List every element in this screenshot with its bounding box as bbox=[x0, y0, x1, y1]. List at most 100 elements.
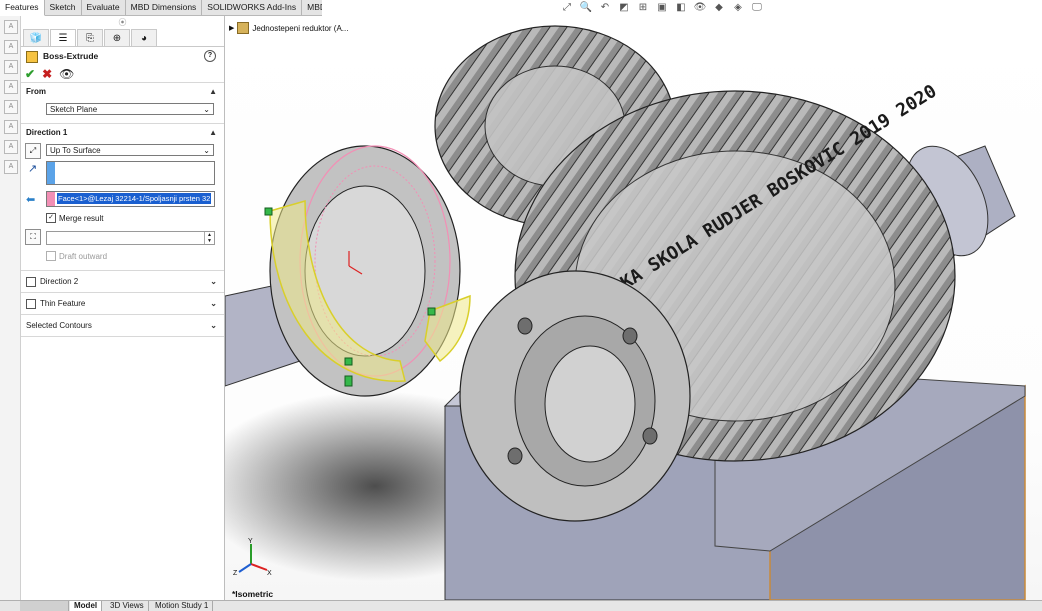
link-icon[interactable]: A bbox=[4, 160, 18, 174]
triad-y-label: Y bbox=[248, 538, 253, 545]
selection-color-swatch bbox=[47, 162, 55, 184]
assembly-model-render: TEHNICKA SKOLA RUDJER BOSKOVIC 2019 2020 bbox=[225, 25, 1026, 600]
tab-mbd-dimensions[interactable]: MBD Dimensions bbox=[125, 0, 203, 15]
dimxpert-manager-icon: ⊕ bbox=[112, 32, 122, 44]
zoom-fit-icon[interactable]: ⤢ bbox=[560, 2, 574, 14]
tab-solidworks-add-ins[interactable]: SOLIDWORKS Add-Ins bbox=[202, 0, 303, 15]
merge-result-label: Merge result bbox=[59, 213, 104, 223]
property-manager-tab[interactable]: ☰ bbox=[50, 29, 76, 46]
from-start-condition-select[interactable]: Sketch Plane ⌄ bbox=[46, 103, 214, 115]
configuration-manager-tab[interactable]: ⎘ bbox=[77, 29, 103, 46]
face-plane-selection-field[interactable]: Face<1>@Lezaj 32214-1/Spoljasnji prsten … bbox=[46, 191, 215, 207]
ok-button[interactable]: ✔ bbox=[25, 67, 35, 81]
hide-show-icon[interactable]: 👁 bbox=[693, 2, 707, 14]
zoom-area-icon[interactable]: 🔍 bbox=[579, 2, 593, 14]
dimxpert-manager-tab[interactable]: ⊕ bbox=[104, 29, 130, 46]
apply-scene-icon[interactable]: ◈ bbox=[731, 2, 745, 14]
dimension-icon[interactable]: A bbox=[4, 40, 18, 54]
chevron-down-icon: ⌄ bbox=[203, 146, 210, 155]
view-settings-icon[interactable]: 🖵 bbox=[750, 2, 764, 14]
draft-outward-check[interactable] bbox=[46, 251, 56, 261]
configuration-manager-icon: ⎘ bbox=[86, 32, 94, 44]
end-condition-select[interactable]: Up To Surface ⌄ bbox=[46, 144, 214, 156]
face-selection-icon: ⬅ bbox=[26, 194, 36, 206]
front-bearing-bore bbox=[544, 345, 636, 463]
dynamic-annotation-icon[interactable]: ⊞ bbox=[636, 2, 650, 14]
direction1-section: Direction 1 ▲ ⤢ Up To Surface ⌄ ↗ ⬅ Face… bbox=[21, 123, 224, 270]
from-start-condition-value: Sketch Plane bbox=[50, 105, 98, 114]
display-manager-tab[interactable]: ◕ bbox=[131, 29, 157, 46]
sketch-text-icon[interactable]: A bbox=[4, 20, 18, 34]
feature-manager-tab[interactable]: 🧊 bbox=[23, 29, 49, 46]
display-style-icon[interactable]: ◧ bbox=[674, 2, 688, 14]
inspect-icon[interactable]: A bbox=[4, 140, 18, 154]
left-task-strip: A A A A A A A A bbox=[0, 16, 21, 600]
relation-icon[interactable]: A bbox=[4, 60, 18, 74]
expand-chevron-icon: ⌄ bbox=[210, 321, 217, 330]
draft-outward-checkbox[interactable]: Draft outward bbox=[46, 251, 107, 261]
display-manager-icon: ◕ bbox=[140, 32, 148, 44]
selected-contours-label: Selected Contours bbox=[26, 321, 92, 330]
direction1-header-label: Direction 1 bbox=[26, 128, 68, 137]
view-orientation-label: *Isometric bbox=[232, 589, 274, 599]
feature-manager-icon: 🧊 bbox=[29, 32, 43, 44]
feature-title: Boss-Extrude ? bbox=[21, 47, 224, 65]
assembly-icon bbox=[237, 22, 250, 34]
feature-title-label: Boss-Extrude bbox=[43, 51, 99, 61]
collapse-chevron-icon: ▲ bbox=[209, 87, 217, 96]
assembly-name: Jednostepeni reduktor (A... bbox=[252, 23, 349, 33]
merge-result-checkbox[interactable]: ✓ Merge result bbox=[46, 213, 103, 223]
merge-result-check[interactable]: ✓ bbox=[46, 213, 56, 223]
draft-on-off-icon[interactable]: ⛶ bbox=[25, 229, 41, 245]
thin-feature-label: Thin Feature bbox=[40, 299, 86, 308]
tab-sketch[interactable]: Sketch bbox=[44, 0, 82, 15]
previous-view-icon[interactable]: ↶ bbox=[598, 2, 612, 14]
selected-face-item[interactable]: Face<1>@Lezaj 32214-1/Spoljasnji prsten … bbox=[57, 193, 212, 204]
cancel-button[interactable]: ✖ bbox=[42, 67, 52, 81]
triad-icon: Y X Z bbox=[233, 538, 272, 576]
from-header[interactable]: From ▲ bbox=[21, 82, 224, 100]
tab-features[interactable]: Features bbox=[0, 0, 45, 16]
thin-feature-check[interactable] bbox=[26, 298, 36, 309]
property-manager: ⦿ 🧊 ☰ ⎘ ⊕ ◕ Boss-Extrude ? ✔ ✖ 👁 From ▲ … bbox=[21, 16, 225, 600]
direction2-label: Direction 2 bbox=[40, 277, 79, 286]
draft-angle-spinner[interactable]: ▲ ▼ bbox=[46, 231, 215, 245]
direction2-check[interactable] bbox=[26, 276, 36, 287]
boss-extrude-icon bbox=[26, 51, 38, 63]
spinner-arrows-icon[interactable]: ▲ ▼ bbox=[204, 232, 214, 244]
direction-of-extrusion-icon: ↗ bbox=[28, 163, 38, 175]
graphics-area[interactable]: TEHNICKA SKOLA RUDJER BOSKOVIC 2019 2020… bbox=[225, 16, 1042, 600]
end-condition-value: Up To Surface bbox=[50, 146, 101, 155]
face-color-swatch bbox=[47, 192, 55, 206]
section-view-icon[interactable]: ◩ bbox=[617, 2, 631, 14]
thin-feature-header[interactable]: Thin Feature ⌄ bbox=[21, 292, 224, 314]
expand-chevron-icon: ⌄ bbox=[210, 277, 217, 286]
expand-chevron-icon: ⌄ bbox=[210, 299, 217, 308]
from-section: From ▲ Sketch Plane ⌄ bbox=[21, 82, 224, 123]
library-icon[interactable]: A bbox=[4, 120, 18, 134]
feature-tree-flyout[interactable]: ▶ Jednostepeni reduktor (A... bbox=[229, 22, 348, 34]
annotation-icon[interactable]: A bbox=[4, 100, 18, 114]
from-header-label: From bbox=[26, 87, 46, 96]
direction1-header[interactable]: Direction 1 ▲ bbox=[21, 123, 224, 141]
expand-arrow-icon[interactable]: ▶ bbox=[229, 24, 234, 32]
selected-contours-header[interactable]: Selected Contours ⌄ bbox=[21, 314, 224, 337]
triad-x-label: X bbox=[267, 570, 272, 576]
panel-grip[interactable]: ⦿ bbox=[21, 16, 224, 29]
reference-triad: Y X Z bbox=[233, 536, 273, 576]
command-manager-tabs: Features Sketch Evaluate MBD Dimensions … bbox=[0, 0, 332, 16]
direction-vector-field[interactable] bbox=[46, 161, 215, 185]
direction2-header[interactable]: Direction 2 ⌄ bbox=[21, 270, 224, 292]
collapse-chevron-icon: ▲ bbox=[209, 128, 217, 137]
chevron-down-icon: ⌄ bbox=[203, 105, 210, 114]
tab-evaluate[interactable]: Evaluate bbox=[81, 0, 126, 15]
draft-outward-label: Draft outward bbox=[59, 251, 108, 261]
property-manager-icon: ☰ bbox=[58, 32, 68, 44]
detailed-preview-eye-icon[interactable]: 👁 bbox=[59, 67, 74, 81]
reference-icon[interactable]: A bbox=[4, 80, 18, 94]
view-orientation-icon[interactable]: ▣ bbox=[655, 2, 669, 14]
reverse-direction-icon[interactable]: ⤢ bbox=[25, 143, 41, 159]
help-icon[interactable]: ? bbox=[204, 50, 216, 62]
edit-appearance-icon[interactable]: ◆ bbox=[712, 2, 726, 14]
heads-up-view-toolbar: ⤢ 🔍 ↶ ◩ ⊞ ▣ ◧ 👁 ◆ ◈ 🖵 bbox=[560, 2, 764, 14]
